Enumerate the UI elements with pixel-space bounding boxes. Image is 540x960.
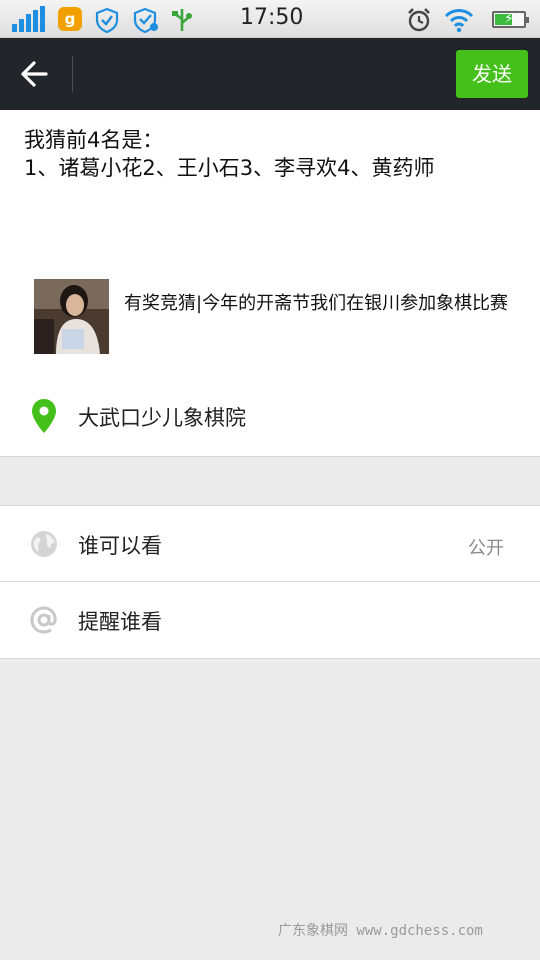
post-text-line: 1、诸葛小花2、王小石3、李寻欢4、黄药师 xyxy=(24,156,435,180)
visibility-row[interactable]: 谁可以看 公开 xyxy=(0,505,540,582)
post-settings-list: 谁可以看 公开 提醒谁看 xyxy=(0,505,540,659)
location-pin-icon xyxy=(32,399,56,433)
alarm-icon xyxy=(408,8,430,32)
compose-area: 我猜前4名是： 1、诸葛小花2、王小石3、李寻欢4、黄药师 有奖竞猜|今年的开斋… xyxy=(0,110,540,456)
back-button[interactable] xyxy=(14,54,58,94)
globe-icon xyxy=(31,531,57,557)
arrow-left-icon xyxy=(21,61,48,87)
at-sign-icon xyxy=(30,606,57,634)
location-row[interactable]: 大武口少儿象棋院 xyxy=(0,380,540,456)
location-label: 大武口少儿象棋院 xyxy=(78,406,246,430)
link-title: 有奖竞猜|今年的开斋节我们在银川参加象棋比赛 xyxy=(124,293,509,314)
wifi-icon xyxy=(444,9,474,33)
link-thumbnail xyxy=(34,279,109,354)
visibility-value: 公开 xyxy=(468,538,504,559)
signal-icon xyxy=(12,6,46,32)
usb-icon xyxy=(172,9,192,31)
compose-bottom-divider xyxy=(0,456,540,457)
post-text-input[interactable]: 我猜前4名是： 1、诸葛小花2、王小石3、李寻欢4、黄药师 xyxy=(24,126,524,182)
title-divider xyxy=(72,56,73,92)
app-g-icon: g xyxy=(58,7,82,31)
security-check-icon xyxy=(133,7,158,33)
watermark: 广东象棋网 www.gdchess.com xyxy=(278,923,483,939)
shield-icon xyxy=(95,7,119,33)
post-text-line: 我猜前4名是： xyxy=(24,128,164,152)
shared-link-card[interactable]: 有奖竞猜|今年的开斋节我们在银川参加象棋比赛 xyxy=(34,279,514,355)
status-bar: g 17:50 ⚡ xyxy=(0,0,540,38)
send-button[interactable]: 发送 xyxy=(456,50,528,98)
status-clock: 17:50 xyxy=(240,5,304,30)
visibility-label: 谁可以看 xyxy=(78,534,162,558)
mention-row[interactable]: 提醒谁看 xyxy=(0,582,540,659)
battery-icon: ⚡ xyxy=(492,11,529,28)
mention-label: 提醒谁看 xyxy=(78,610,162,634)
title-bar: 发送 xyxy=(0,38,540,110)
